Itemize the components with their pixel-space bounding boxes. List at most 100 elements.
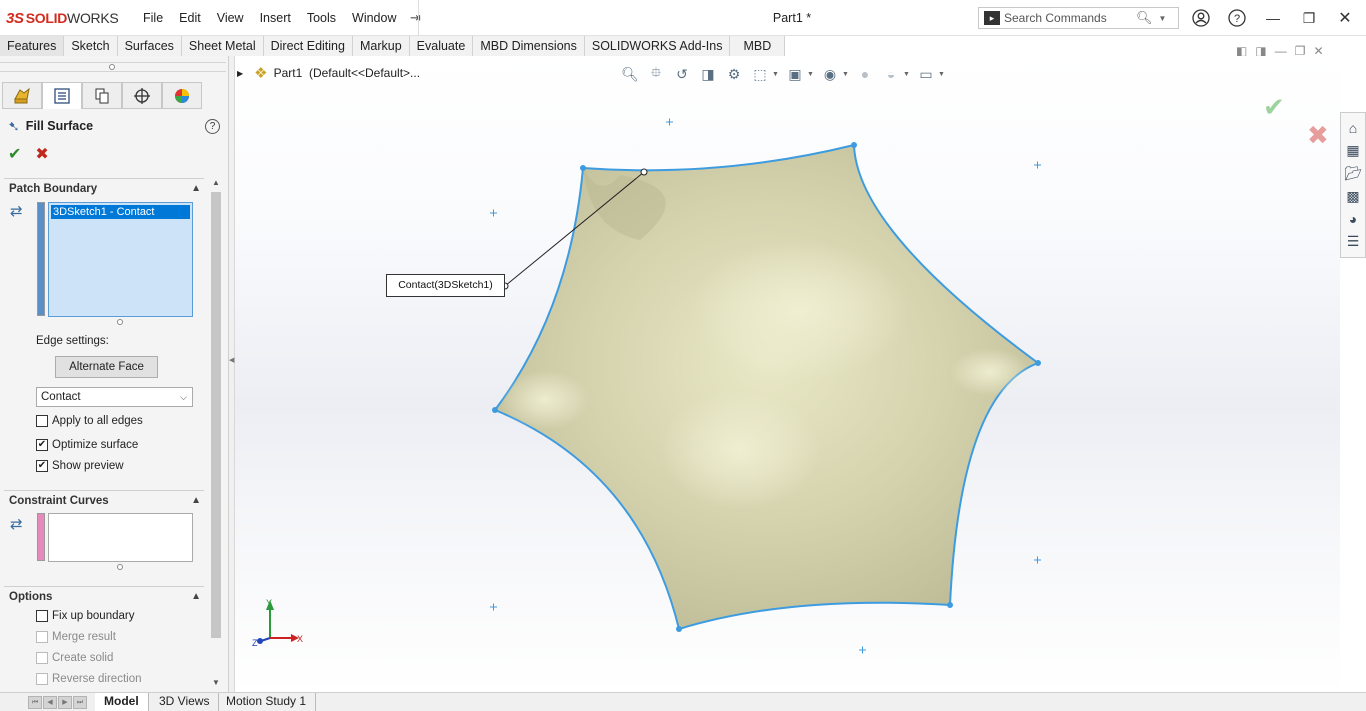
scroll-down-icon[interactable]: ▼ — [209, 678, 223, 690]
next-tab-icon[interactable]: ▶ — [58, 696, 72, 709]
menu-edit[interactable]: Edit — [171, 0, 209, 36]
menu-view[interactable]: View — [209, 0, 252, 36]
custom-properties-icon[interactable]: ☰ — [1347, 233, 1360, 250]
search-commands[interactable]: ▸ 🔍︎ ▼ — [978, 7, 1179, 29]
tab-evaluate[interactable]: Evaluate — [409, 36, 474, 56]
constraint-curves-list[interactable] — [48, 513, 193, 562]
panel-grip[interactable] — [0, 62, 226, 72]
chevron-down-icon[interactable]: ▼ — [903, 71, 911, 78]
optimize-surface-checkbox[interactable]: ✔ Optimize surface — [36, 439, 138, 451]
tab-sheet-metal[interactable]: Sheet Metal — [181, 36, 264, 56]
tab-mbd-dimensions[interactable]: MBD Dimensions — [473, 36, 585, 56]
collapse-panel-icon[interactable]: ◀ — [229, 356, 234, 364]
expand-arrow-icon[interactable]: ▶ — [237, 69, 243, 78]
chevron-down-icon[interactable]: ▼ — [938, 71, 946, 78]
tab-feature-manager[interactable] — [2, 82, 42, 109]
zoom-to-fit-icon[interactable]: 🔍︎ — [619, 64, 641, 84]
chevron-down-icon[interactable]: ▼ — [842, 71, 850, 78]
chevron-down-icon[interactable]: ▼ — [1159, 14, 1167, 23]
prev-tab-icon[interactable]: ◀ — [43, 696, 57, 709]
collapse-icon[interactable]: ▲ — [191, 183, 201, 194]
parts-icon[interactable]: ▦ — [1346, 142, 1359, 159]
tab-sketch[interactable]: Sketch — [64, 36, 118, 56]
tab-model[interactable]: Model — [95, 693, 149, 711]
tab-direct-editing[interactable]: Direct Editing — [263, 36, 353, 56]
search-input[interactable] — [1004, 11, 1134, 25]
fix-up-boundary-checkbox[interactable]: Fix up boundary — [36, 610, 134, 622]
close-icon[interactable]: ✕ — [1335, 8, 1355, 28]
tab-3d-views[interactable]: 3D Views — [150, 693, 220, 711]
menu-file[interactable]: File — [135, 0, 171, 36]
menu-window[interactable]: Window — [344, 0, 404, 36]
scroll-up-icon[interactable]: ▲ — [209, 178, 223, 190]
display-style-icon[interactable]: ▣ — [784, 64, 806, 84]
checkbox-box[interactable]: ✔ — [36, 460, 48, 472]
search-icon[interactable]: 🔍︎ — [1136, 10, 1153, 26]
hide-show-icon[interactable]: ◉ — [819, 64, 841, 84]
tab-solidworks-add-ins[interactable]: SOLIDWORKS Add-Ins — [584, 36, 731, 56]
apply-scene-icon[interactable]: ◒ — [880, 64, 902, 84]
tab-display-manager[interactable] — [162, 82, 202, 109]
panel-scrollbar[interactable]: ▲ ▼ — [209, 178, 223, 690]
view-settings-icon[interactable]: ▭ — [915, 64, 937, 84]
view-orientation-icon[interactable]: ⬚ — [749, 64, 771, 84]
collapse-icon[interactable]: ▲ — [191, 495, 201, 506]
folder-icon[interactable]: 📂︎ — [1344, 165, 1362, 182]
feature-tree-flyout[interactable]: ▶ ❖ Part1 (Default<<Default>... — [237, 64, 420, 82]
help-icon[interactable]: ? — [205, 118, 220, 134]
tab-motion-study-1[interactable]: Motion Study 1 — [217, 693, 317, 711]
restore-icon[interactable]: ❐ — [1299, 8, 1319, 28]
tab-features[interactable]: Features — [0, 36, 65, 56]
section-view-icon[interactable]: ◨ — [697, 64, 719, 84]
cancel-button[interactable]: ✖ — [35, 144, 48, 164]
appearance-icon[interactable]: ◕ — [1349, 211, 1357, 227]
confirm-corner-ok-icon[interactable]: ✔ — [1263, 92, 1285, 123]
resize-grip[interactable] — [117, 564, 123, 570]
zoom-area-icon[interactable]: ⯐ — [645, 64, 667, 84]
resize-grip[interactable] — [117, 319, 123, 325]
tab-configuration-manager[interactable] — [82, 82, 122, 109]
graphics-area[interactable]: Y X Z — [235, 56, 1340, 692]
menu-insert[interactable]: Insert — [252, 0, 299, 36]
last-tab-icon[interactable]: ⏭ — [73, 696, 87, 709]
checkbox-box[interactable] — [36, 415, 48, 427]
first-tab-icon[interactable]: ⏮ — [28, 696, 42, 709]
scroll-thumb[interactable] — [211, 192, 221, 638]
solidworks-logo[interactable]: 3S SOLID WORKS — [6, 8, 119, 28]
apply-to-all-edges-checkbox[interactable]: Apply to all edges — [36, 415, 143, 427]
patch-boundary-list[interactable]: 3DSketch1 - Contact — [48, 202, 193, 317]
grip-dot — [109, 64, 115, 70]
tab-dimxpert-manager[interactable] — [122, 82, 162, 109]
tab-markup[interactable]: Markup — [352, 36, 410, 56]
patch-boundary-header[interactable]: Patch Boundary ▲ — [4, 178, 204, 198]
show-preview-checkbox[interactable]: ✔ Show preview — [36, 460, 124, 472]
edge-callout[interactable]: Contact(3DSketch1) — [386, 274, 505, 297]
dynamic-annotation-icon[interactable]: ⚙ — [723, 64, 745, 84]
collapse-icon[interactable]: ▲ — [191, 591, 201, 602]
chevron-down-icon[interactable]: ▼ — [807, 71, 815, 78]
user-account-icon[interactable] — [1191, 8, 1211, 28]
list-item[interactable]: 3DSketch1 - Contact — [51, 205, 190, 219]
fill-surface-preview[interactable]: Y X Z — [235, 56, 1340, 692]
edge-condition-select[interactable]: Contact ⌵ — [36, 387, 193, 407]
constraint-curves-header[interactable]: Constraint Curves ▲ — [4, 490, 204, 510]
previous-view-icon[interactable]: ↺ — [671, 64, 693, 84]
ok-button[interactable]: ✔ — [8, 144, 21, 164]
help-icon[interactable]: ? — [1227, 8, 1247, 28]
view-palette-icon[interactable]: ▩ — [1346, 188, 1359, 205]
home-icon[interactable]: ⌂ — [1349, 120, 1357, 136]
tree-root-label: Part1 — [273, 66, 303, 80]
checkbox-box[interactable] — [36, 610, 48, 622]
pin-icon[interactable]: ⇥ — [405, 10, 427, 26]
edit-appearance-icon[interactable]: ● — [854, 64, 876, 84]
alternate-face-button[interactable]: Alternate Face — [55, 356, 158, 378]
checkbox-box[interactable]: ✔ — [36, 439, 48, 451]
minimize-icon[interactable]: — — [1263, 8, 1283, 28]
tab-surfaces[interactable]: Surfaces — [117, 36, 182, 56]
tab-property-manager[interactable] — [42, 82, 82, 109]
confirm-corner-cancel-icon[interactable]: ✖ — [1307, 120, 1329, 151]
tab-mbd[interactable]: MBD — [730, 36, 786, 56]
options-header[interactable]: Options ▲ — [4, 586, 204, 606]
chevron-down-icon[interactable]: ▼ — [772, 71, 780, 78]
menu-tools[interactable]: Tools — [299, 0, 344, 36]
